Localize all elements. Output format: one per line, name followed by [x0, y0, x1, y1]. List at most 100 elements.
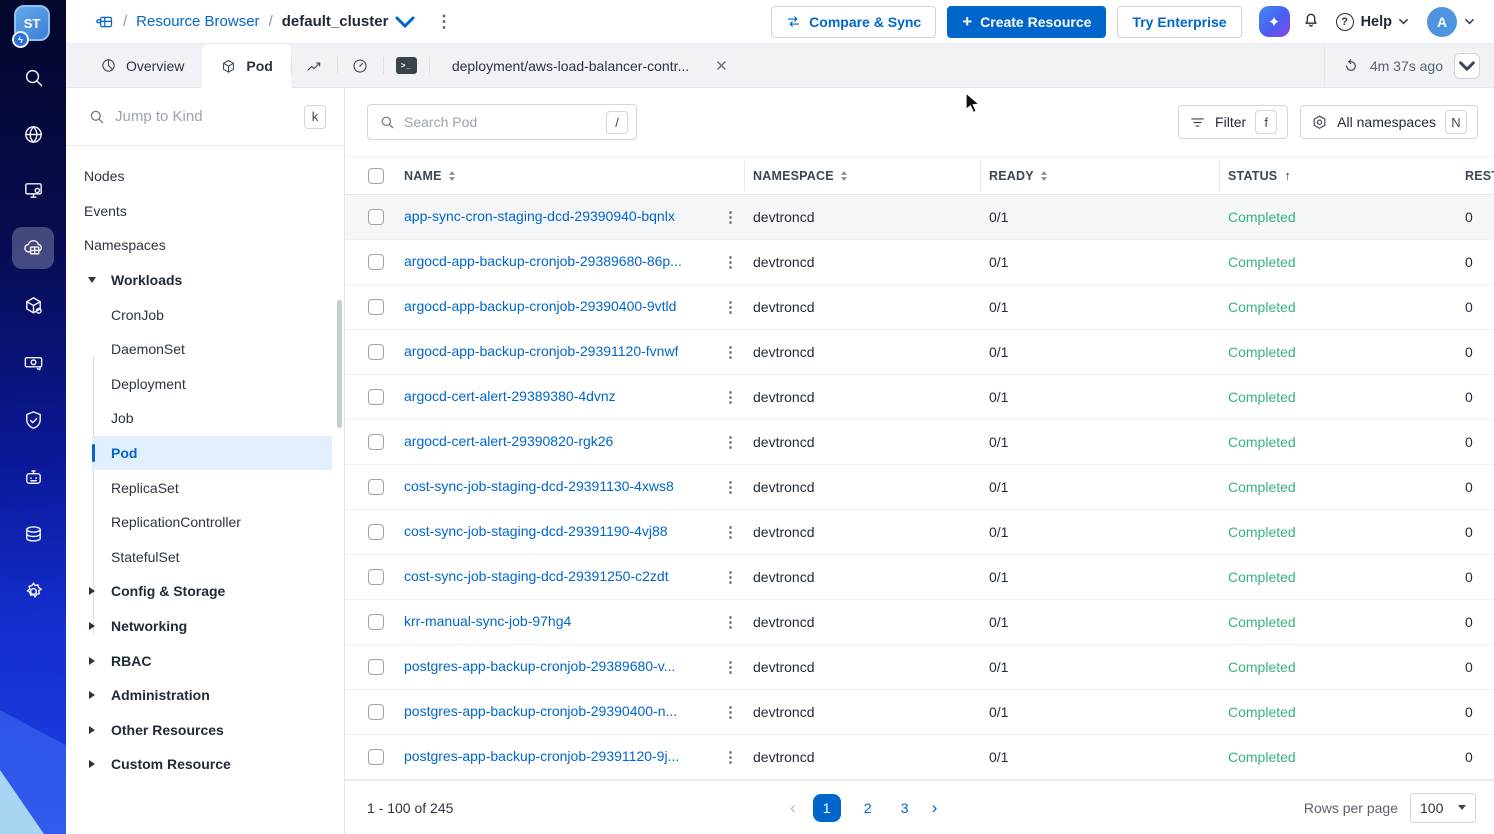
table-row[interactable]: cost-sync-job-staging-dcd-29391250-c2zdt… [345, 555, 1494, 600]
resource-browser-icon[interactable] [12, 227, 54, 269]
namespace-selector-button[interactable]: All namespaces N [1300, 105, 1478, 139]
sidebar-item[interactable]: Config & Storage [66, 574, 344, 609]
sidebar-item[interactable]: Nodes [66, 159, 344, 194]
sidebar-scrollbar[interactable] [337, 300, 342, 428]
close-tab-icon[interactable]: ✕ [715, 57, 728, 75]
table-row[interactable]: cost-sync-job-staging-dcd-29391130-4xws8… [345, 465, 1494, 510]
refresh-options-button[interactable] [1454, 52, 1480, 79]
row-checkbox[interactable] [368, 704, 384, 720]
row-checkbox[interactable] [368, 569, 384, 585]
terminal-icon[interactable]: >_ [384, 44, 429, 87]
column-header-name[interactable]: NAME [404, 169, 717, 183]
pod-name-link[interactable]: postgres-app-backup-cronjob-29389680-v..… [404, 658, 675, 674]
table-row[interactable]: krr-manual-sync-job-97hg4 ⋮ devtroncd 0/… [345, 600, 1494, 645]
monitoring-gauge-icon[interactable] [338, 44, 383, 87]
row-checkbox[interactable] [368, 254, 384, 270]
row-kebab-icon[interactable]: ⋮ [717, 478, 753, 496]
row-checkbox[interactable] [368, 344, 384, 360]
jump-to-kind-input[interactable] [115, 108, 255, 125]
sidebar-item[interactable]: Namespaces [66, 228, 344, 263]
pod-name-link[interactable]: argocd-cert-alert-29390820-rgk26 [404, 433, 613, 449]
row-checkbox[interactable] [368, 299, 384, 315]
row-kebab-icon[interactable]: ⋮ [717, 568, 753, 586]
jump-to-kind-search[interactable]: k [66, 88, 344, 146]
cluster-selector[interactable]: default_cluster [282, 12, 416, 32]
sidebar-item[interactable]: Events [66, 194, 344, 229]
column-header-namespace[interactable]: NAMESPACE [744, 160, 989, 191]
clusters-monitor-icon[interactable] [12, 169, 54, 211]
row-kebab-icon[interactable]: ⋮ [717, 613, 753, 631]
table-row[interactable]: cost-sync-job-staging-dcd-29391190-4vj88… [345, 510, 1494, 555]
sidebar-item[interactable]: DaemonSet [66, 332, 344, 367]
column-header-ready[interactable]: READY [980, 160, 1228, 191]
try-enterprise-button[interactable]: Try Enterprise [1117, 5, 1242, 38]
breadcrumb-resource-browser-link[interactable]: Resource Browser [136, 13, 259, 30]
previous-page-icon[interactable]: ‹ [790, 798, 796, 818]
search-pod-input[interactable] [404, 114, 574, 130]
sidebar-item[interactable]: Job [66, 401, 344, 436]
sidebar-item[interactable]: ReplicaSet [66, 470, 344, 505]
sidebar-item[interactable]: Networking [66, 609, 344, 644]
row-kebab-icon[interactable]: ⋮ [717, 208, 753, 226]
tab-deployment-aws-load-balancer[interactable]: deployment/aws-load-balancer-contr... ✕ [430, 44, 750, 87]
cost-icon[interactable] [12, 341, 54, 383]
row-kebab-icon[interactable]: ⋮ [717, 388, 753, 406]
next-page-icon[interactable]: › [932, 798, 938, 818]
sidebar-item[interactable]: Other Resources [66, 713, 344, 748]
pod-name-link[interactable]: argocd-app-backup-cronjob-29391120-fvnwf [404, 343, 678, 359]
sidebar-item[interactable]: Workloads [66, 263, 344, 298]
tab-pod[interactable]: Pod [202, 44, 291, 88]
row-checkbox[interactable] [368, 479, 384, 495]
rows-per-page-select[interactable]: 100 [1410, 792, 1476, 823]
table-row[interactable]: app-sync-cron-staging-dcd-29390940-bqnlx… [345, 195, 1494, 240]
row-kebab-icon[interactable]: ⋮ [717, 253, 753, 271]
column-header-status[interactable]: STATUS ↑ [1219, 160, 1465, 191]
table-row[interactable]: postgres-app-backup-cronjob-29389680-v..… [345, 645, 1494, 690]
table-row[interactable]: argocd-app-backup-cronjob-29391120-fvnwf… [345, 330, 1494, 375]
assistant-bot-icon[interactable] [12, 456, 54, 498]
sidebar-item[interactable]: Deployment [66, 367, 344, 402]
pod-name-link[interactable]: postgres-app-backup-cronjob-29390400-n..… [404, 703, 677, 719]
pod-name-link[interactable]: app-sync-cron-staging-dcd-29390940-bqnlx [404, 208, 675, 224]
table-row[interactable]: argocd-cert-alert-29389380-4dvnz ⋮ devtr… [345, 375, 1494, 420]
sidebar-item[interactable]: StatefulSet [66, 540, 344, 575]
row-checkbox[interactable] [368, 389, 384, 405]
pod-name-link[interactable]: postgres-app-backup-cronjob-29391120-9j.… [404, 748, 679, 764]
app-logo[interactable]: ST ϟ [12, 5, 50, 48]
search-icon[interactable] [12, 56, 54, 98]
user-menu[interactable]: A [1427, 6, 1474, 37]
globe-icon[interactable] [12, 113, 54, 155]
page-1-button[interactable]: 1 [812, 793, 841, 822]
help-menu[interactable]: ? Help [1335, 12, 1408, 31]
compare-sync-button[interactable]: Compare & Sync [771, 5, 937, 38]
row-kebab-icon[interactable]: ⋮ [717, 343, 753, 361]
row-kebab-icon[interactable]: ⋮ [717, 703, 753, 721]
breadcrumb-kebab-icon[interactable]: ⋮ [435, 12, 452, 32]
pod-name-link[interactable]: argocd-app-backup-cronjob-29389680-86p..… [404, 253, 682, 269]
table-row[interactable]: postgres-app-backup-cronjob-29390400-n..… [345, 690, 1494, 735]
filter-button[interactable]: Filter f [1178, 105, 1289, 139]
metrics-chart-icon[interactable] [292, 44, 337, 87]
pod-name-link[interactable]: argocd-app-backup-cronjob-29390400-9vtld [404, 298, 676, 314]
row-checkbox[interactable] [368, 524, 384, 540]
row-checkbox[interactable] [368, 614, 384, 630]
row-kebab-icon[interactable]: ⋮ [717, 433, 753, 451]
sidebar-item[interactable]: Custom Resource [66, 747, 344, 782]
stack-database-icon[interactable] [12, 513, 54, 555]
row-kebab-icon[interactable]: ⋮ [717, 658, 753, 676]
ai-sparkle-icon[interactable]: ✦ [1258, 6, 1290, 37]
pod-name-link[interactable]: argocd-cert-alert-29389380-4dvnz [404, 388, 616, 404]
search-pod-box[interactable]: / [367, 104, 637, 140]
pod-name-link[interactable]: cost-sync-job-staging-dcd-29391250-c2zdt [404, 568, 669, 584]
sidebar-item[interactable]: Administration [66, 678, 344, 713]
row-checkbox[interactable] [368, 209, 384, 225]
table-row[interactable]: argocd-cert-alert-29390820-rgk26 ⋮ devtr… [345, 420, 1494, 465]
sidebar-item[interactable]: RBAC [66, 643, 344, 678]
sidebar-item[interactable]: Pod [66, 435, 344, 471]
select-all-checkbox[interactable] [368, 167, 384, 184]
table-row[interactable]: postgres-app-backup-cronjob-29391120-9j.… [345, 735, 1494, 780]
security-shield-icon[interactable] [12, 399, 54, 441]
sidebar-item[interactable]: ReplicationController [66, 505, 344, 540]
row-checkbox[interactable] [368, 749, 384, 765]
row-checkbox[interactable] [368, 659, 384, 675]
